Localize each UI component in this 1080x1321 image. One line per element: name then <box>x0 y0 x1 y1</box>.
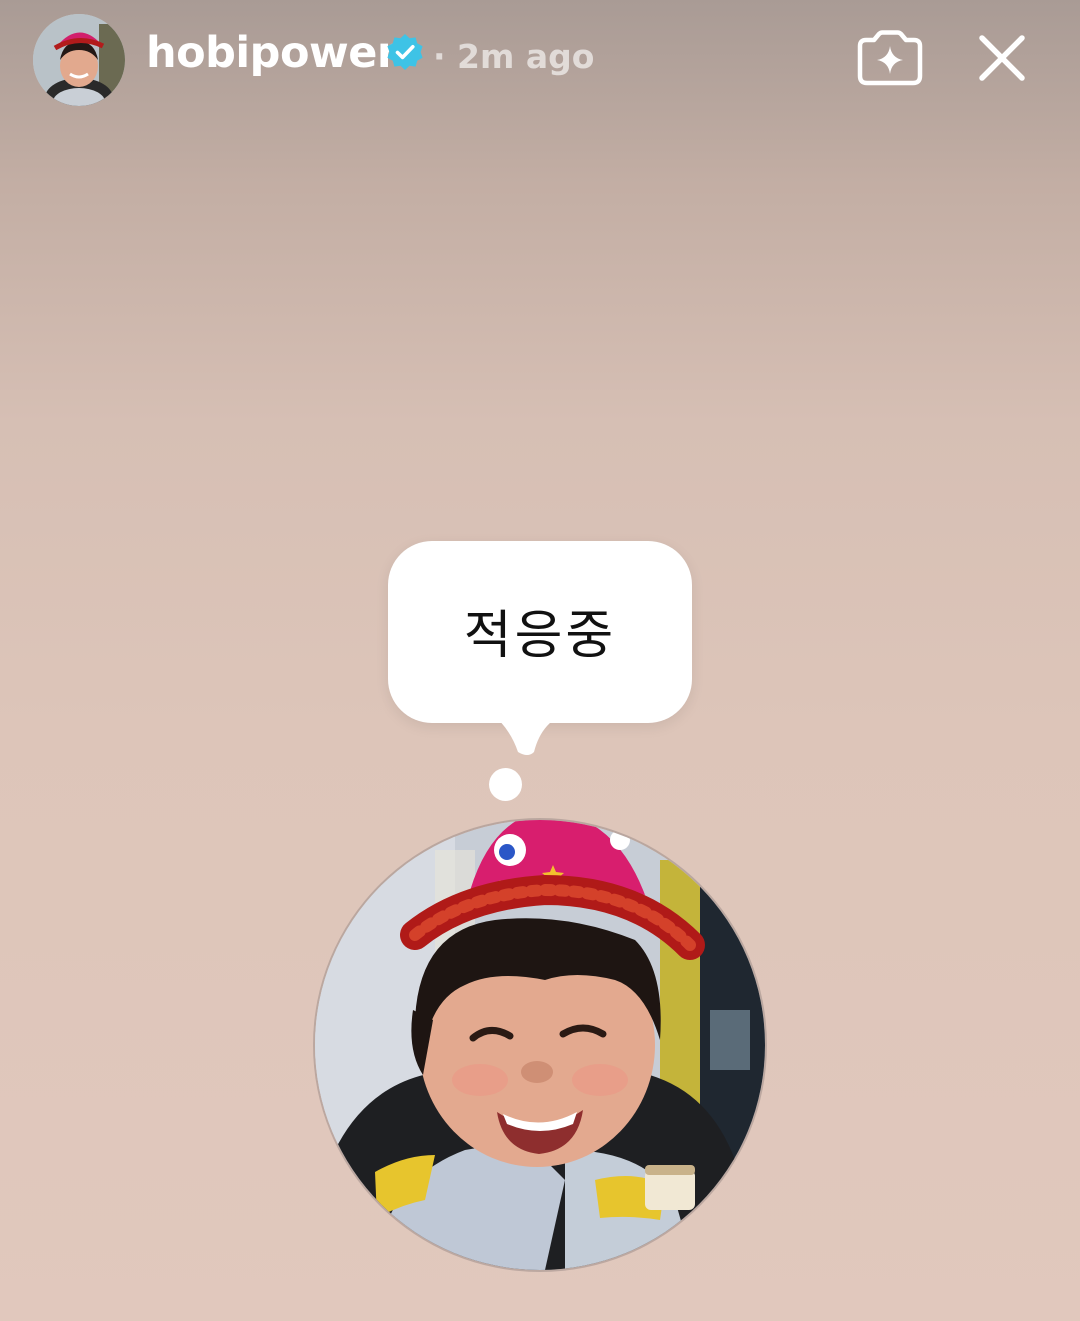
note-text: 적응중 <box>463 605 617 666</box>
bubble-tail <box>490 712 570 755</box>
close-button[interactable] <box>974 30 1030 86</box>
sparkle-button[interactable] <box>856 28 924 88</box>
close-icon <box>979 35 1025 81</box>
profile-photo <box>315 820 765 1270</box>
verified-badge-icon <box>384 32 426 74</box>
sparkle-icon <box>857 30 923 86</box>
note-bubble[interactable]: 적응중 <box>388 541 692 723</box>
story-header: hobipower · 2m ago <box>0 0 1080 120</box>
post-timestamp: · 2m ago <box>433 37 595 76</box>
bubble-dot <box>489 768 522 801</box>
profile-photo-large[interactable] <box>315 820 765 1270</box>
profile-avatar-small[interactable] <box>33 14 125 106</box>
username[interactable]: hobipower <box>146 27 398 79</box>
avatar-photo <box>33 14 125 106</box>
